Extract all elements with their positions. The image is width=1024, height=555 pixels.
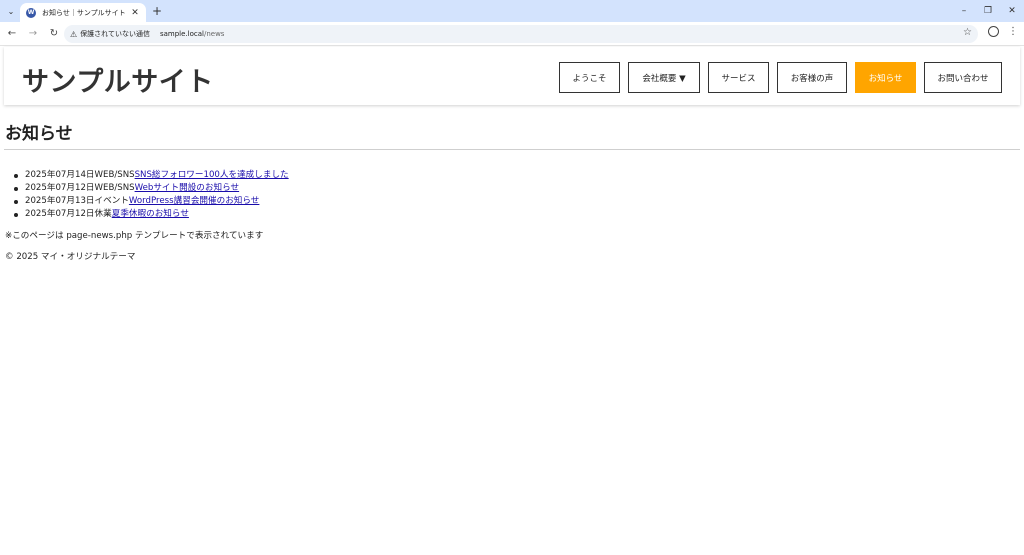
nav-item-news[interactable]: お知らせ [855, 62, 916, 93]
close-window-icon[interactable]: ✕ [1000, 0, 1024, 22]
list-item: 2025年07月12日WEB/SNSWebサイト開設のお知らせ [14, 182, 289, 195]
news-category: 休業 [94, 209, 112, 219]
nav-item-company[interactable]: 会社概要 ▼ [628, 62, 700, 93]
url-input[interactable]: ⚠ 保護されていない通信 sample.local /news ☆ [64, 25, 978, 43]
site-nav: ようこそ 会社概要 ▼ サービス お客様の声 お知らせ お問い合わせ [559, 62, 1002, 93]
news-list: 2025年07月14日WEB/SNSSNS総フォロワー100人を達成しました 2… [14, 169, 289, 221]
news-date: 2025年07月14日 [25, 170, 95, 180]
url-path: /news [203, 30, 225, 38]
news-category: WEB/SNS [94, 170, 135, 180]
news-link[interactable]: Webサイト開設のお知らせ [135, 183, 240, 193]
tab-title: お知らせ｜サンプルサイト [42, 8, 126, 17]
new-tab-button[interactable]: + [150, 4, 164, 18]
news-date: 2025年07月12日 [25, 209, 95, 219]
tab-scroll-icon[interactable]: ⌄ [4, 4, 18, 18]
minimize-icon[interactable]: – [952, 0, 976, 22]
site-title[interactable]: サンプルサイト [22, 60, 214, 99]
list-item: 2025年07月13日イベントWordPress講習会開催のお知らせ [14, 195, 289, 208]
news-link[interactable]: SNS総フォロワー100人を達成しました [135, 170, 289, 180]
back-icon[interactable]: ← [3, 25, 21, 43]
site-header: サンプルサイト ようこそ 会社概要 ▼ サービス お客様の声 お知らせ お問い合… [4, 47, 1020, 105]
browser-tab-bar: ⌄ W お知らせ｜サンプルサイト ✕ + – ❐ ✕ [0, 0, 1024, 22]
nav-item-contact[interactable]: お問い合わせ [924, 62, 1002, 93]
news-category: WEB/SNS [94, 183, 135, 193]
wordpress-icon: W [26, 7, 36, 18]
news-link[interactable]: WordPress講習会開催のお知らせ [129, 196, 259, 206]
restore-icon[interactable]: ❐ [976, 0, 1000, 22]
profile-icon[interactable] [988, 26, 999, 37]
news-category: イベント [94, 196, 129, 206]
security-label[interactable]: 保護されていない通信 [80, 29, 150, 39]
browser-tab[interactable]: W お知らせ｜サンプルサイト ✕ [20, 3, 146, 22]
browser-address-bar: ← → ↻ ⚠ 保護されていない通信 sample.local /news ☆ … [0, 22, 1024, 46]
list-item: 2025年07月12日休業夏季休暇のお知らせ [14, 208, 289, 221]
nav-item-welcome[interactable]: ようこそ [559, 62, 620, 93]
news-date: 2025年07月13日 [25, 196, 95, 206]
reload-icon[interactable]: ↻ [45, 25, 63, 43]
news-date: 2025年07月12日 [25, 183, 95, 193]
template-note: ※このページは page-news.php テンプレートで表示されています [5, 231, 264, 241]
title-divider [4, 149, 1020, 150]
page-title: お知らせ [5, 124, 73, 144]
menu-icon[interactable]: ⋮ [1008, 26, 1018, 37]
window-controls: – ❐ ✕ [952, 0, 1024, 22]
forward-icon[interactable]: → [24, 25, 42, 43]
tab-close-icon[interactable]: ✕ [130, 8, 140, 18]
nav-item-testimonials[interactable]: お客様の声 [777, 62, 847, 93]
warning-icon[interactable]: ⚠ [70, 30, 77, 39]
url-host: sample.local [159, 30, 204, 38]
list-item: 2025年07月14日WEB/SNSSNS総フォロワー100人を達成しました [14, 169, 289, 182]
footer-copyright: © 2025 マイ・オリジナルテーマ [5, 252, 136, 262]
star-icon[interactable]: ☆ [963, 27, 972, 38]
nav-item-services[interactable]: サービス [708, 62, 769, 93]
news-link[interactable]: 夏季休暇のお知らせ [112, 209, 189, 219]
